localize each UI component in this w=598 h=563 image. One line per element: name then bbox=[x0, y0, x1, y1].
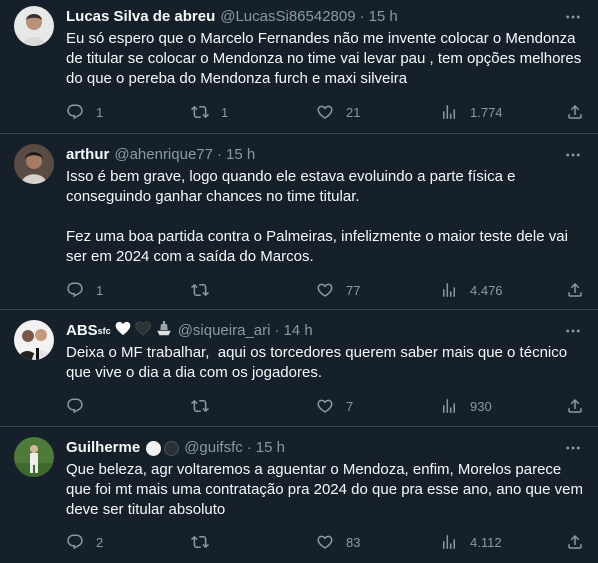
reply-icon bbox=[66, 533, 84, 551]
reply-button[interactable] bbox=[66, 396, 96, 416]
tweet[interactable]: arthur @ahenrique77 · 15 h Isso é bem gr… bbox=[0, 134, 598, 310]
author-handle[interactable]: @LucasSi86542809 bbox=[220, 7, 355, 27]
views-button[interactable]: 4.476 bbox=[440, 280, 503, 300]
more-icon[interactable] bbox=[562, 438, 584, 458]
like-button[interactable]: 83 bbox=[316, 532, 360, 552]
avatar[interactable] bbox=[14, 320, 54, 360]
views-icon bbox=[440, 281, 458, 299]
retweet-count: 1 bbox=[221, 104, 229, 120]
tweet-actions: 1 1 21 1.774 bbox=[66, 102, 584, 122]
like-icon bbox=[316, 281, 334, 299]
timestamp[interactable]: 15 h bbox=[369, 7, 398, 27]
tweet-text: Que beleza, agr voltaremos a aguentar o … bbox=[66, 461, 588, 518]
like-button[interactable]: 21 bbox=[316, 102, 360, 122]
author-handle[interactable]: @guifsfc bbox=[184, 438, 243, 458]
author-handle[interactable]: @siqueira_ari bbox=[178, 321, 271, 341]
reply-icon bbox=[66, 281, 84, 299]
avatar[interactable] bbox=[14, 6, 54, 46]
views-icon bbox=[440, 103, 458, 121]
share-icon bbox=[566, 103, 584, 121]
more-icon[interactable] bbox=[562, 7, 584, 27]
author-name[interactable]: ABS bbox=[66, 321, 98, 341]
share-icon bbox=[566, 281, 584, 299]
reply-button[interactable]: 1 bbox=[66, 280, 103, 300]
tweet[interactable]: Guilherme @guifsfc · 15 h Que beleza, ag… bbox=[0, 427, 598, 563]
more-icon[interactable] bbox=[562, 321, 584, 341]
tweet-text: Deixa o MF trabalhar, aqui os torcedores… bbox=[66, 344, 572, 381]
avatar[interactable] bbox=[14, 144, 54, 184]
retweet-icon bbox=[191, 103, 209, 121]
reply-button[interactable]: 1 bbox=[66, 102, 103, 122]
author-name[interactable]: arthur bbox=[66, 145, 109, 165]
author-name[interactable]: Lucas Silva de abreu bbox=[66, 7, 215, 27]
like-count: 7 bbox=[346, 398, 354, 414]
retweet-button[interactable] bbox=[191, 532, 221, 552]
views-icon bbox=[440, 397, 458, 415]
share-button[interactable] bbox=[566, 532, 584, 552]
reply-icon bbox=[66, 103, 84, 121]
timestamp[interactable]: 15 h bbox=[256, 438, 285, 458]
timestamp[interactable]: 14 h bbox=[283, 321, 312, 341]
like-count: 77 bbox=[346, 282, 361, 298]
views-count: 1.774 bbox=[470, 104, 503, 120]
share-icon bbox=[566, 397, 584, 415]
avatar[interactable] bbox=[14, 437, 54, 477]
separator-dot: · bbox=[274, 322, 280, 339]
author-name[interactable]: Guilherme bbox=[66, 438, 140, 458]
tweet-text: Isso é bem grave, logo quando ele estava… bbox=[66, 168, 568, 265]
share-button[interactable] bbox=[566, 280, 584, 300]
reply-count: 2 bbox=[96, 534, 104, 550]
tweet[interactable]: Lucas Silva de abreu @LucasSi86542809 · … bbox=[0, 0, 598, 134]
share-button[interactable] bbox=[566, 396, 584, 416]
share-button[interactable] bbox=[566, 102, 584, 122]
timestamp[interactable]: 15 h bbox=[226, 145, 255, 165]
black-heart-icon bbox=[135, 320, 151, 342]
retweet-button[interactable]: 1 bbox=[191, 102, 228, 122]
views-button[interactable]: 930 bbox=[440, 396, 492, 416]
like-button[interactable]: 77 bbox=[316, 280, 360, 300]
views-count: 4.112 bbox=[470, 534, 502, 550]
retweet-icon bbox=[191, 281, 209, 299]
views-button[interactable]: 4.112 bbox=[440, 532, 502, 552]
retweet-icon bbox=[191, 533, 209, 551]
like-button[interactable]: 7 bbox=[316, 396, 353, 416]
retweet-button[interactable] bbox=[191, 396, 221, 416]
ship-icon bbox=[155, 320, 173, 342]
like-icon bbox=[316, 533, 334, 551]
black-circle-icon bbox=[164, 440, 180, 456]
tweet[interactable]: ABS sfc @siqueira_ari · 14 h Deixa o MF t… bbox=[0, 310, 598, 427]
white-circle-icon bbox=[146, 440, 162, 456]
share-icon bbox=[566, 533, 584, 551]
views-icon bbox=[440, 533, 458, 551]
tweet-text: Eu só espero que o Marcelo Fernandes não… bbox=[66, 30, 586, 87]
separator-dot: · bbox=[359, 8, 365, 25]
more-icon[interactable] bbox=[562, 145, 584, 165]
retweet-icon bbox=[191, 397, 209, 415]
separator-dot: · bbox=[216, 146, 222, 163]
reply-button[interactable]: 2 bbox=[66, 532, 103, 552]
tweet-actions: 2 83 4.112 bbox=[66, 532, 584, 552]
like-count: 83 bbox=[346, 534, 361, 550]
reply-icon bbox=[66, 397, 84, 415]
white-heart-icon bbox=[115, 321, 131, 342]
reply-count: 1 bbox=[96, 282, 104, 298]
author-handle[interactable]: @ahenrique77 bbox=[114, 145, 213, 165]
like-count: 21 bbox=[346, 104, 361, 120]
tweet-actions: 1 77 4.476 bbox=[66, 280, 584, 300]
like-icon bbox=[316, 397, 334, 415]
like-icon bbox=[316, 103, 334, 121]
views-count: 4.476 bbox=[470, 282, 503, 298]
retweet-button[interactable] bbox=[191, 280, 221, 300]
views-button[interactable]: 1.774 bbox=[440, 102, 503, 122]
views-count: 930 bbox=[470, 398, 492, 414]
separator-dot: · bbox=[246, 439, 252, 456]
reply-count: 1 bbox=[96, 104, 104, 120]
tweet-actions: 7 930 bbox=[66, 396, 584, 416]
